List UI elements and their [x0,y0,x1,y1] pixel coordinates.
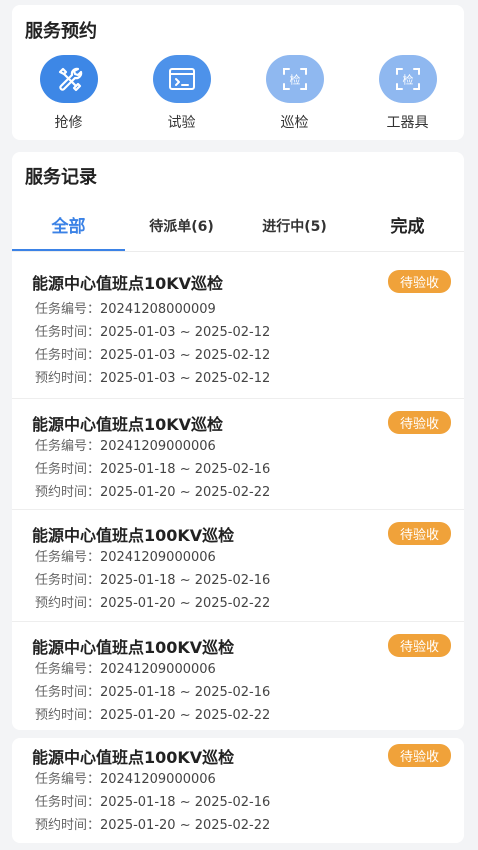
record-detail-line: 任务时间：2025-01-18 ~ 2025-02-16 [35,458,270,477]
status-badge: 待验收 [387,744,451,767]
record-item[interactable]: 能源中心值班点10KV巡检 待验收 任务编号：20241208000009 任务… [12,258,464,398]
record-detail-value: 20241209000006 [100,550,216,565]
record-detail-label: 预约时间： [35,371,101,386]
record-title: 能源中心值班点10KV巡检 [32,274,224,293]
svg-text:检: 检 [289,73,300,87]
service-icon-circle [152,55,211,103]
records-list-continued: 能源中心值班点100KV巡检 待验收 任务编号：20241209000006 任… [12,738,464,843]
service-icon-circle: 检 [265,55,324,103]
record-detail-label: 任务时间： [35,573,101,588]
record-detail-label: 任务时间： [35,462,101,477]
service-label: 工器具 [386,115,429,131]
record-title: 能源中心值班点100KV巡检 [32,638,235,657]
terminal-window-icon [168,68,195,90]
record-detail-value: 20241209000006 [100,772,216,787]
record-detail-value: 2025-01-20 ~ 2025-02-22 [100,596,271,611]
record-detail-label: 任务时间： [35,795,101,810]
service-booking-items: 抢修 试验 检 巡检 检 工器具 [12,55,464,132]
record-detail-label: 任务时间： [35,325,101,340]
record-detail-line: 任务编号：20241209000006 [35,546,216,565]
record-detail-value: 2025-01-03 ~ 2025-02-12 [100,348,271,363]
record-item[interactable]: 能源中心值班点100KV巡检 待验收 任务编号：20241209000006 任… [12,738,464,843]
service-test-button[interactable]: 试验 [125,55,238,132]
record-item[interactable]: 能源中心值班点10KV巡检 待验收 任务编号：20241209000006 任务… [12,398,464,509]
service-records-title: 服务记录 [25,167,97,188]
status-badge: 待验收 [387,411,451,434]
record-detail-line: 预约时间：2025-01-03 ~ 2025-02-12 [35,367,270,386]
record-detail-label: 任务编号： [35,302,101,317]
record-detail-label: 预约时间： [35,596,101,611]
record-item[interactable]: 能源中心值班点100KV巡检 待验收 任务编号：20241209000006 任… [12,621,464,730]
record-detail-line: 任务时间：2025-01-03 ~ 2025-02-12 [35,344,270,363]
service-booking-title: 服务预约 [25,21,97,42]
service-tools-button[interactable]: 检 工器具 [351,55,464,132]
record-detail-label: 任务编号： [35,439,101,454]
record-title: 能源中心值班点100KV巡检 [32,748,235,767]
record-detail-value: 20241208000009 [100,302,216,317]
record-detail-line: 预约时间：2025-01-20 ~ 2025-02-22 [35,814,270,833]
service-label: 巡检 [280,115,309,131]
scan-inspect-icon: 检 [282,68,307,90]
record-detail-value: 2025-01-18 ~ 2025-02-16 [100,462,271,477]
record-title: 能源中心值班点10KV巡检 [32,415,224,434]
record-detail-value: 2025-01-03 ~ 2025-02-12 [100,371,271,386]
record-detail-line: 任务编号：20241209000006 [35,658,216,677]
record-detail-line: 任务编号：20241208000009 [35,298,216,317]
records-list: 能源中心值班点10KV巡检 待验收 任务编号：20241208000009 任务… [12,258,464,730]
record-detail-value: 2025-01-20 ~ 2025-02-22 [100,708,271,723]
record-detail-value: 2025-01-18 ~ 2025-02-16 [100,795,271,810]
tab-completed[interactable]: 完成 [351,210,464,252]
service-repair-button[interactable]: 抢修 [12,55,125,132]
record-detail-label: 任务编号： [35,662,101,677]
tab-pending-dispatch[interactable]: 待派单(6) [125,210,238,252]
service-icon-circle: 检 [378,55,437,103]
record-detail-label: 预约时间： [35,485,101,500]
record-detail-value: 20241209000006 [100,439,216,454]
record-detail-value: 20241209000006 [100,662,216,677]
record-detail-line: 任务时间：2025-01-18 ~ 2025-02-16 [35,791,270,810]
record-detail-label: 任务时间： [35,348,101,363]
record-detail-label: 预约时间： [35,708,101,723]
record-detail-line: 任务时间：2025-01-03 ~ 2025-02-12 [35,321,270,340]
record-detail-label: 任务编号： [35,772,101,787]
service-label: 抢修 [54,115,83,131]
record-detail-line: 预约时间：2025-01-20 ~ 2025-02-22 [35,592,270,611]
record-detail-line: 任务时间：2025-01-18 ~ 2025-02-16 [35,681,270,700]
record-detail-value: 2025-01-18 ~ 2025-02-16 [100,685,271,700]
record-detail-line: 预约时间：2025-01-20 ~ 2025-02-22 [35,704,270,723]
service-label: 试验 [167,115,196,131]
svg-text:检: 检 [402,73,413,87]
tab-all[interactable]: 全部 [12,210,125,252]
status-badge: 待验收 [387,634,451,657]
tab-in-progress[interactable]: 进行中(5) [238,210,351,252]
service-booking-card: 服务预约 抢修 试验 检 巡检 检 工器具 [12,5,464,140]
records-tabs: 全部 待派单(6) 进行中(5) 完成 [12,210,464,252]
wrench-screwdriver-icon [58,67,82,92]
service-inspection-button[interactable]: 检 巡检 [238,55,351,132]
service-records-card: 服务记录 全部 待派单(6) 进行中(5) 完成 [12,152,464,258]
record-detail-value: 2025-01-03 ~ 2025-02-12 [100,325,271,340]
record-detail-label: 任务时间： [35,685,101,700]
service-icon-circle [39,55,98,103]
record-detail-label: 预约时间： [35,818,101,833]
record-detail-line: 任务时间：2025-01-18 ~ 2025-02-16 [35,569,270,588]
record-detail-value: 2025-01-20 ~ 2025-02-22 [100,818,271,833]
record-detail-label: 任务编号： [35,550,101,565]
record-detail-value: 2025-01-18 ~ 2025-02-16 [100,573,271,588]
record-detail-value: 2025-01-20 ~ 2025-02-22 [100,485,271,500]
record-detail-line: 任务编号：20241209000006 [35,435,216,454]
status-badge: 待验收 [387,270,451,293]
record-title: 能源中心值班点100KV巡检 [32,526,235,545]
record-detail-line: 任务编号：20241209000006 [35,768,216,787]
record-item[interactable]: 能源中心值班点100KV巡检 待验收 任务编号：20241209000006 任… [12,509,464,621]
tabs-divider [12,251,464,252]
scan-inspect-icon: 检 [395,68,420,90]
record-detail-line: 预约时间：2025-01-20 ~ 2025-02-22 [35,481,270,500]
status-badge: 待验收 [387,522,451,545]
